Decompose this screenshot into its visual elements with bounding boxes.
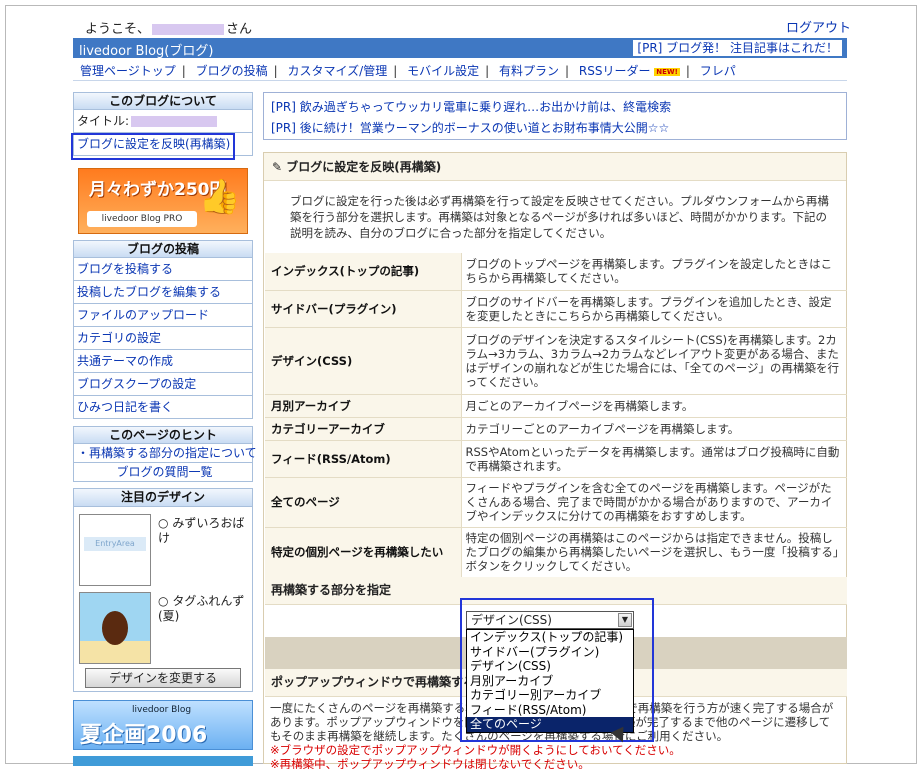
pr-link-2[interactable]: [PR] 後に続け！営業ウーマン的ボーナスの使い道とお財布事情大公開☆☆	[271, 119, 669, 136]
pr-header-link[interactable]: [PR] ブログ発！ 注目記事はこれだ！	[633, 40, 842, 56]
sidebar-posts-title: ブログの投稿	[73, 240, 253, 258]
panel-description: ブログに設定を行った後は必ず再構築を行って設定を反映させてください。プルダウンフ…	[290, 194, 829, 240]
brand-title[interactable]: livedoor Blog(ブログ)	[79, 40, 213, 59]
design-thumb-2[interactable]	[79, 592, 151, 664]
table-row: フィード(RSS/Atom) RSSやAtomといったデータを再構築します。通常は…	[265, 440, 847, 478]
table-row: インデックス(トップの記事) ブログのトップページを再構築します。プラグインを設定…	[265, 253, 847, 291]
rebuild-link-highlight	[71, 133, 235, 160]
pro-promo-banner[interactable]: 月々わずか250円 livedoor Blog PRO 👍	[78, 168, 248, 234]
design-option-1[interactable]: ○ みずいろおばけ	[158, 516, 250, 546]
rebuild-table: インデックス(トップの記事) ブログのトップページを再構築します。プラグインを設定…	[265, 253, 847, 578]
change-design-button[interactable]: デザインを変更する	[85, 668, 241, 688]
radio-icon[interactable]: ○	[158, 516, 168, 530]
sidebar-item-theme[interactable]: 共通テーマの作成	[73, 350, 253, 373]
summer-text: 夏企画2006	[80, 723, 208, 748]
hint-faq-link[interactable]: ブログの質問一覧	[73, 463, 253, 482]
pr-box: [PR] 飲み過ぎちゃってウッカリ電車に乗り遅れ…お出かけ前は、終電検索 [PR…	[263, 92, 847, 140]
table-row: 全てのページ フィードやプラグインを含む全てのページを再構築します。ページがたくさ…	[265, 477, 847, 528]
masked-username	[152, 24, 225, 35]
note-1: ※ブラウザの設定でポップアップウィンドウが開くようにしておいてください。	[270, 743, 681, 757]
sidebar-item-category[interactable]: カテゴリの設定	[73, 327, 253, 350]
nav-customize[interactable]: カスタマイズ/管理	[288, 64, 388, 78]
character-icon	[102, 611, 128, 645]
table-row: 月別アーカイブ 月ごとのアーカイブページを再構築します。	[265, 394, 847, 418]
table-row: 特定の個別ページを再構築したい 特定の個別ページの再構築はこのページからは指定でき…	[265, 527, 847, 578]
summer-brand: livedoor Blog	[132, 705, 192, 715]
logout-link[interactable]: ログアウト	[786, 17, 851, 36]
sidebar-item-post[interactable]: ブログを投稿する	[73, 258, 253, 281]
note-2: ※再構築中、ポップアップウィンドウは閉じないでください。	[270, 757, 590, 769]
blog-title-row: タイトル:	[73, 110, 253, 133]
thumbs-up-icon: 👍	[198, 177, 241, 217]
sidebar-design-title: 注目のデザイン	[74, 489, 252, 507]
table-row: カテゴリーアーカイブ カテゴリーごとのアーカイブページを再構築します。	[265, 417, 847, 441]
nav-mobile[interactable]: モバイル設定	[407, 64, 479, 78]
nav-rss[interactable]: RSSリーダー	[579, 64, 651, 78]
panel-title: ✎ ブログに設定を反映(再構築)	[264, 153, 846, 181]
design-option-2[interactable]: ○ タグふれんず(夏)	[158, 594, 250, 624]
welcome-text: ようこそ、 さん	[85, 22, 253, 37]
sidebar-item-secret[interactable]: ひみつ日記を書く	[73, 396, 253, 419]
sidebar-item-edit[interactable]: 投稿したブログを編集する	[73, 281, 253, 304]
table-row: デザイン(CSS) ブログのデザインを決定するスタイルシート(CSS)を再構築しま…	[265, 327, 847, 395]
table-row: サイドバー(プラグイン) ブログのサイドバーを再構築します。プラグインを追加したと…	[265, 290, 847, 328]
pencil-icon: ✎	[272, 160, 283, 174]
thumb-entry-area: EntryArea	[84, 537, 146, 551]
dropdown-highlight	[460, 598, 654, 742]
next-banner[interactable]	[73, 756, 253, 766]
brand-bar: livedoor Blog(ブログ) [PR] ブログ発！ 注目記事はこれだ！	[73, 38, 847, 59]
nav-admin-top[interactable]: 管理ページトップ	[80, 64, 176, 78]
pr-link-1[interactable]: [PR] 飲み過ぎちゃってウッカリ電車に乗り遅れ…お出かけ前は、終電検索	[271, 98, 671, 115]
top-nav: 管理ページトップ | ブログの投稿 | カスタマイズ/管理 | モバイル設定 | 有料プ…	[80, 64, 736, 78]
sidebar-hint-title: このページのヒント	[73, 426, 253, 444]
promo-pro-label: livedoor Blog PRO	[87, 211, 197, 227]
design-thumb-1[interactable]: EntryArea	[79, 514, 151, 586]
radio-icon[interactable]: ○	[158, 594, 168, 608]
nav-post[interactable]: ブログの投稿	[196, 64, 268, 78]
new-badge: NEW!	[654, 67, 680, 76]
nav-frepa[interactable]: フレパ	[700, 64, 736, 78]
sidebar-about-title: このブログについて	[73, 92, 253, 110]
sidebar-item-scoop[interactable]: ブログスクープの設定	[73, 373, 253, 396]
sidebar-item-upload[interactable]: ファイルのアップロード	[73, 304, 253, 327]
sidebar-posts: ブログの投稿 ブログを投稿する 投稿したブログを編集する ファイルのアップロード…	[73, 240, 253, 419]
hint-rebuild-link[interactable]: ・再構築する部分の指定について	[73, 444, 257, 463]
nav-paid[interactable]: 有料プラン	[499, 64, 559, 78]
summer-campaign-banner[interactable]: livedoor Blog 夏企画2006	[73, 700, 253, 750]
nav-divider	[73, 80, 847, 81]
sidebar-hint: このページのヒント ・再構築する部分の指定について ブログの質問一覧	[73, 426, 257, 482]
